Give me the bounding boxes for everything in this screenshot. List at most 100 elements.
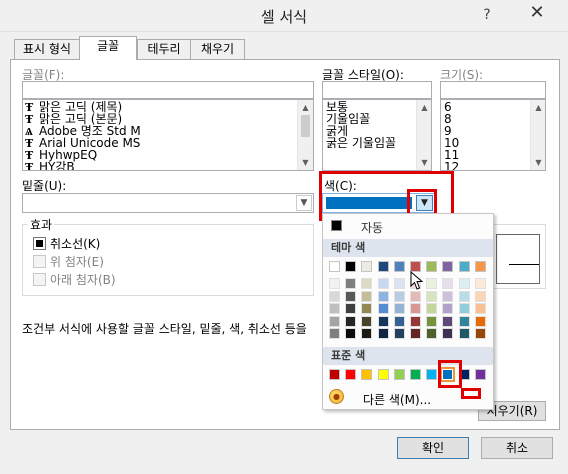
theme-shade-swatch[interactable] (361, 290, 373, 302)
subscript-checkbox[interactable]: 아래 첨자(B) (33, 271, 116, 288)
theme-shade-swatch[interactable] (393, 303, 405, 315)
scroll-up-icon[interactable]: ▲ (531, 100, 546, 115)
standard-color-swatch[interactable] (361, 369, 373, 380)
scroll-down-icon[interactable]: ▼ (298, 155, 313, 170)
theme-shade-swatch[interactable] (442, 315, 454, 327)
theme-shade-swatch[interactable] (426, 290, 438, 302)
theme-shade-swatch[interactable] (474, 328, 486, 340)
theme-color-swatch[interactable] (377, 261, 389, 272)
theme-shade-swatch[interactable] (442, 278, 454, 289)
theme-shade-swatch[interactable] (345, 290, 357, 302)
theme-shade-swatch[interactable] (377, 315, 389, 327)
tab-border[interactable]: 테두리 (137, 39, 191, 59)
theme-color-swatch[interactable] (474, 261, 486, 272)
standard-color-swatch[interactable] (329, 369, 340, 380)
theme-shade-swatch[interactable] (393, 278, 405, 289)
theme-shade-swatch[interactable] (426, 328, 438, 340)
theme-shade-swatch[interactable] (329, 290, 340, 302)
list-item[interactable]: Ŧ HY강B (25, 161, 313, 170)
more-colors-option[interactable]: ● 다른 색(M)... (323, 387, 493, 407)
theme-shade-swatch[interactable] (377, 303, 389, 315)
standard-color-swatch[interactable] (440, 367, 456, 382)
theme-shade-swatch[interactable] (410, 315, 421, 327)
size-input[interactable] (440, 81, 546, 99)
color-picker-button[interactable]: ▼ (322, 193, 436, 213)
theme-shade-swatch[interactable] (361, 328, 373, 340)
size-scrollbar[interactable]: ▲ ▼ (530, 100, 545, 170)
theme-shade-swatch[interactable] (377, 290, 389, 302)
theme-shade-swatch[interactable] (329, 278, 340, 289)
theme-shade-swatch[interactable] (458, 278, 470, 289)
superscript-checkbox[interactable]: 위 첨자(E) (33, 253, 104, 270)
standard-color-swatch[interactable] (345, 369, 357, 380)
help-button[interactable]: ? (472, 2, 502, 28)
tab-fill[interactable]: 채우기 (190, 39, 245, 59)
theme-shade-swatch[interactable] (442, 328, 454, 340)
theme-color-swatch[interactable] (393, 261, 405, 272)
theme-shade-swatch[interactable] (426, 278, 438, 289)
chevron-down-icon[interactable]: ▼ (296, 195, 312, 211)
strikethrough-checkbox[interactable]: 취소선(K) (33, 235, 100, 252)
scroll-down-icon[interactable]: ▼ (417, 155, 432, 170)
theme-shade-swatch[interactable] (345, 278, 357, 289)
scroll-up-icon[interactable]: ▲ (417, 100, 432, 115)
theme-shade-swatch[interactable] (393, 328, 405, 340)
chevron-down-icon[interactable]: ▼ (416, 195, 433, 211)
theme-shade-swatch[interactable] (458, 315, 470, 327)
theme-shade-swatch[interactable] (393, 315, 405, 327)
theme-color-swatch[interactable] (426, 261, 438, 272)
theme-color-swatch[interactable] (442, 261, 454, 272)
theme-shade-swatch[interactable] (442, 290, 454, 302)
standard-color-swatch[interactable] (458, 369, 470, 380)
theme-shade-swatch[interactable] (361, 315, 373, 327)
ok-button[interactable]: 확인 (397, 437, 469, 459)
underline-select[interactable]: ▼ (22, 193, 314, 213)
theme-color-swatch[interactable] (329, 261, 340, 272)
style-input[interactable] (322, 81, 432, 99)
standard-color-swatch[interactable] (426, 369, 438, 380)
theme-shade-swatch[interactable] (474, 315, 486, 327)
theme-shade-swatch[interactable] (345, 328, 357, 340)
theme-shade-swatch[interactable] (329, 303, 340, 315)
tab-number-format[interactable]: 표시 형식 (14, 39, 80, 59)
theme-shade-swatch[interactable] (458, 290, 470, 302)
scroll-up-icon[interactable]: ▲ (298, 100, 313, 115)
theme-shade-swatch[interactable] (458, 303, 470, 315)
theme-shade-swatch[interactable] (474, 290, 486, 302)
theme-shade-swatch[interactable] (410, 290, 421, 302)
theme-shade-swatch[interactable] (410, 303, 421, 315)
scroll-thumb[interactable] (301, 115, 310, 137)
theme-shade-swatch[interactable] (474, 303, 486, 315)
theme-shade-swatch[interactable] (345, 303, 357, 315)
font-scrollbar[interactable]: ▲ ▼ (297, 100, 313, 170)
theme-shade-swatch[interactable] (377, 328, 389, 340)
font-listbox[interactable]: Ŧ 맑은 고딕 (제목) Ŧ 맑은 고딕 (본문) Ѧ Adobe 명조 Std M … (22, 99, 314, 171)
theme-color-swatch[interactable] (345, 261, 357, 272)
theme-shade-swatch[interactable] (377, 278, 389, 289)
tab-font[interactable]: 글꼴 (79, 36, 137, 60)
theme-shade-swatch[interactable] (361, 278, 373, 289)
cancel-button[interactable]: 취소 (481, 437, 553, 459)
standard-color-swatch[interactable] (474, 369, 486, 380)
theme-shade-swatch[interactable] (361, 303, 373, 315)
standard-color-swatch[interactable] (393, 369, 405, 380)
automatic-color-option[interactable]: 자동 (323, 216, 493, 235)
style-scrollbar[interactable]: ▲ ▼ (416, 100, 431, 170)
theme-shade-swatch[interactable] (345, 315, 357, 327)
theme-shade-swatch[interactable] (410, 328, 421, 340)
theme-color-swatch[interactable] (458, 261, 470, 272)
standard-color-swatch[interactable] (410, 369, 421, 380)
theme-shade-swatch[interactable] (393, 290, 405, 302)
theme-shade-swatch[interactable] (474, 278, 486, 289)
theme-shade-swatch[interactable] (442, 303, 454, 315)
font-input[interactable] (22, 81, 314, 99)
theme-shade-swatch[interactable] (426, 303, 438, 315)
theme-shade-swatch[interactable] (426, 315, 438, 327)
theme-shade-swatch[interactable] (458, 328, 470, 340)
theme-shade-swatch[interactable] (329, 328, 340, 340)
close-button[interactable]: ✕ (514, 2, 560, 24)
theme-color-swatch[interactable] (361, 261, 373, 272)
scroll-down-icon[interactable]: ▼ (531, 155, 546, 170)
theme-shade-swatch[interactable] (329, 315, 340, 327)
standard-color-swatch[interactable] (377, 369, 389, 380)
